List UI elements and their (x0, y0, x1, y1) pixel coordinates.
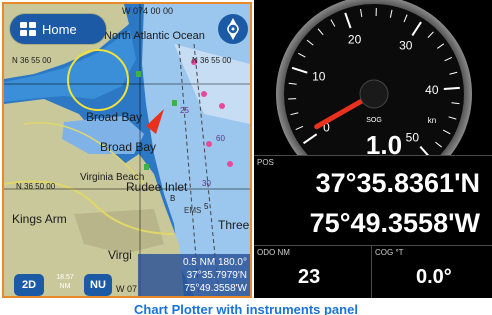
depth-label: 25 (180, 106, 189, 115)
range-scale-value: 18.57 (56, 274, 74, 281)
map-marker-label: EMS (184, 206, 202, 215)
home-grid-icon (20, 22, 36, 36)
map-place-label: Broad Bay (86, 110, 143, 124)
cursor-longitude: 75°49.3558'W (184, 283, 247, 294)
position-panel[interactable]: POS 37°35.8361'N 75°49.3558'W (254, 155, 492, 245)
odometer-panel[interactable]: ODO NM 23 (254, 245, 372, 298)
crosshair-icon (227, 18, 239, 40)
home-button-label: Home (42, 21, 77, 37)
map-region-label: North Atlantic Ocean (104, 30, 205, 42)
gauge-tick-label: 50 (406, 131, 420, 145)
map-place-label: Virgi (108, 248, 132, 262)
odometer-label: ODO NM (257, 248, 290, 257)
gauge-label: SOG (366, 117, 382, 124)
map-coord-label: N 36 50 00 (16, 182, 56, 191)
gauge-tick (443, 86, 460, 91)
chart-map[interactable]: W 074 00 00 North Atlantic Ocean N 36 55… (2, 2, 252, 298)
gauge-tick-label: 30 (399, 38, 413, 52)
position-latitude: 37°35.8361'N (315, 168, 480, 198)
range-scale-unit: NM (59, 283, 71, 290)
map-coord-label: W 074 00 00 (122, 6, 174, 16)
position-longitude: 75°49.3558'W (309, 208, 480, 238)
map-place-label: Broad Bay (100, 140, 157, 154)
sog-gauge[interactable]: 0 10 20 30 40 50 SOG kn 1.0 (254, 0, 492, 155)
depth-label: 60 (216, 134, 225, 143)
gauge-unit: kn (428, 116, 436, 125)
view-mode-button[interactable]: 2D (14, 274, 44, 296)
locate-button[interactable] (218, 14, 248, 44)
figure-caption: Chart Plotter with instruments panel (134, 302, 358, 315)
cog-label: COG °T (375, 248, 404, 257)
gauge-tick-label: 10 (312, 69, 326, 83)
home-button[interactable]: Home (10, 14, 106, 44)
map-place-label: Kings Arm (12, 212, 67, 226)
position-label: POS (257, 158, 274, 167)
gauge-value: 1.0 (366, 130, 402, 155)
cursor-range-bearing: 0.5 NM 180.0° (182, 257, 247, 268)
cursor-info-box: 0.5 NM 180.0° 37°35.7979'N 75°49.3558'W (138, 254, 250, 296)
cog-panel[interactable]: COG °T 0.0° (372, 245, 492, 298)
depth-label: 30 (202, 179, 211, 188)
map-marker-label: 5 (204, 202, 209, 211)
map-coord-label: W 07 (116, 284, 138, 294)
gauge-tick-label: 20 (348, 32, 362, 46)
map-coord-label: N 36 55 00 (12, 56, 52, 65)
map-coord-label: N 36 55 00 (192, 56, 232, 65)
range-scale[interactable]: 18.57 NM (48, 270, 82, 296)
instruments-panel: 0 10 20 30 40 50 SOG kn 1.0 POS 37°35.83… (254, 0, 492, 298)
odometer-value: 23 (298, 266, 321, 288)
cursor-latitude: 37°35.7979'N (186, 270, 247, 281)
orientation-button[interactable]: NU (84, 274, 112, 296)
map-place-label: Rudee Inlet (126, 180, 188, 194)
map-place-label: Three (218, 218, 250, 232)
gauge-tick-label: 40 (425, 83, 439, 97)
map-marker-label: B (170, 194, 176, 203)
cog-value: 0.0° (416, 266, 452, 288)
